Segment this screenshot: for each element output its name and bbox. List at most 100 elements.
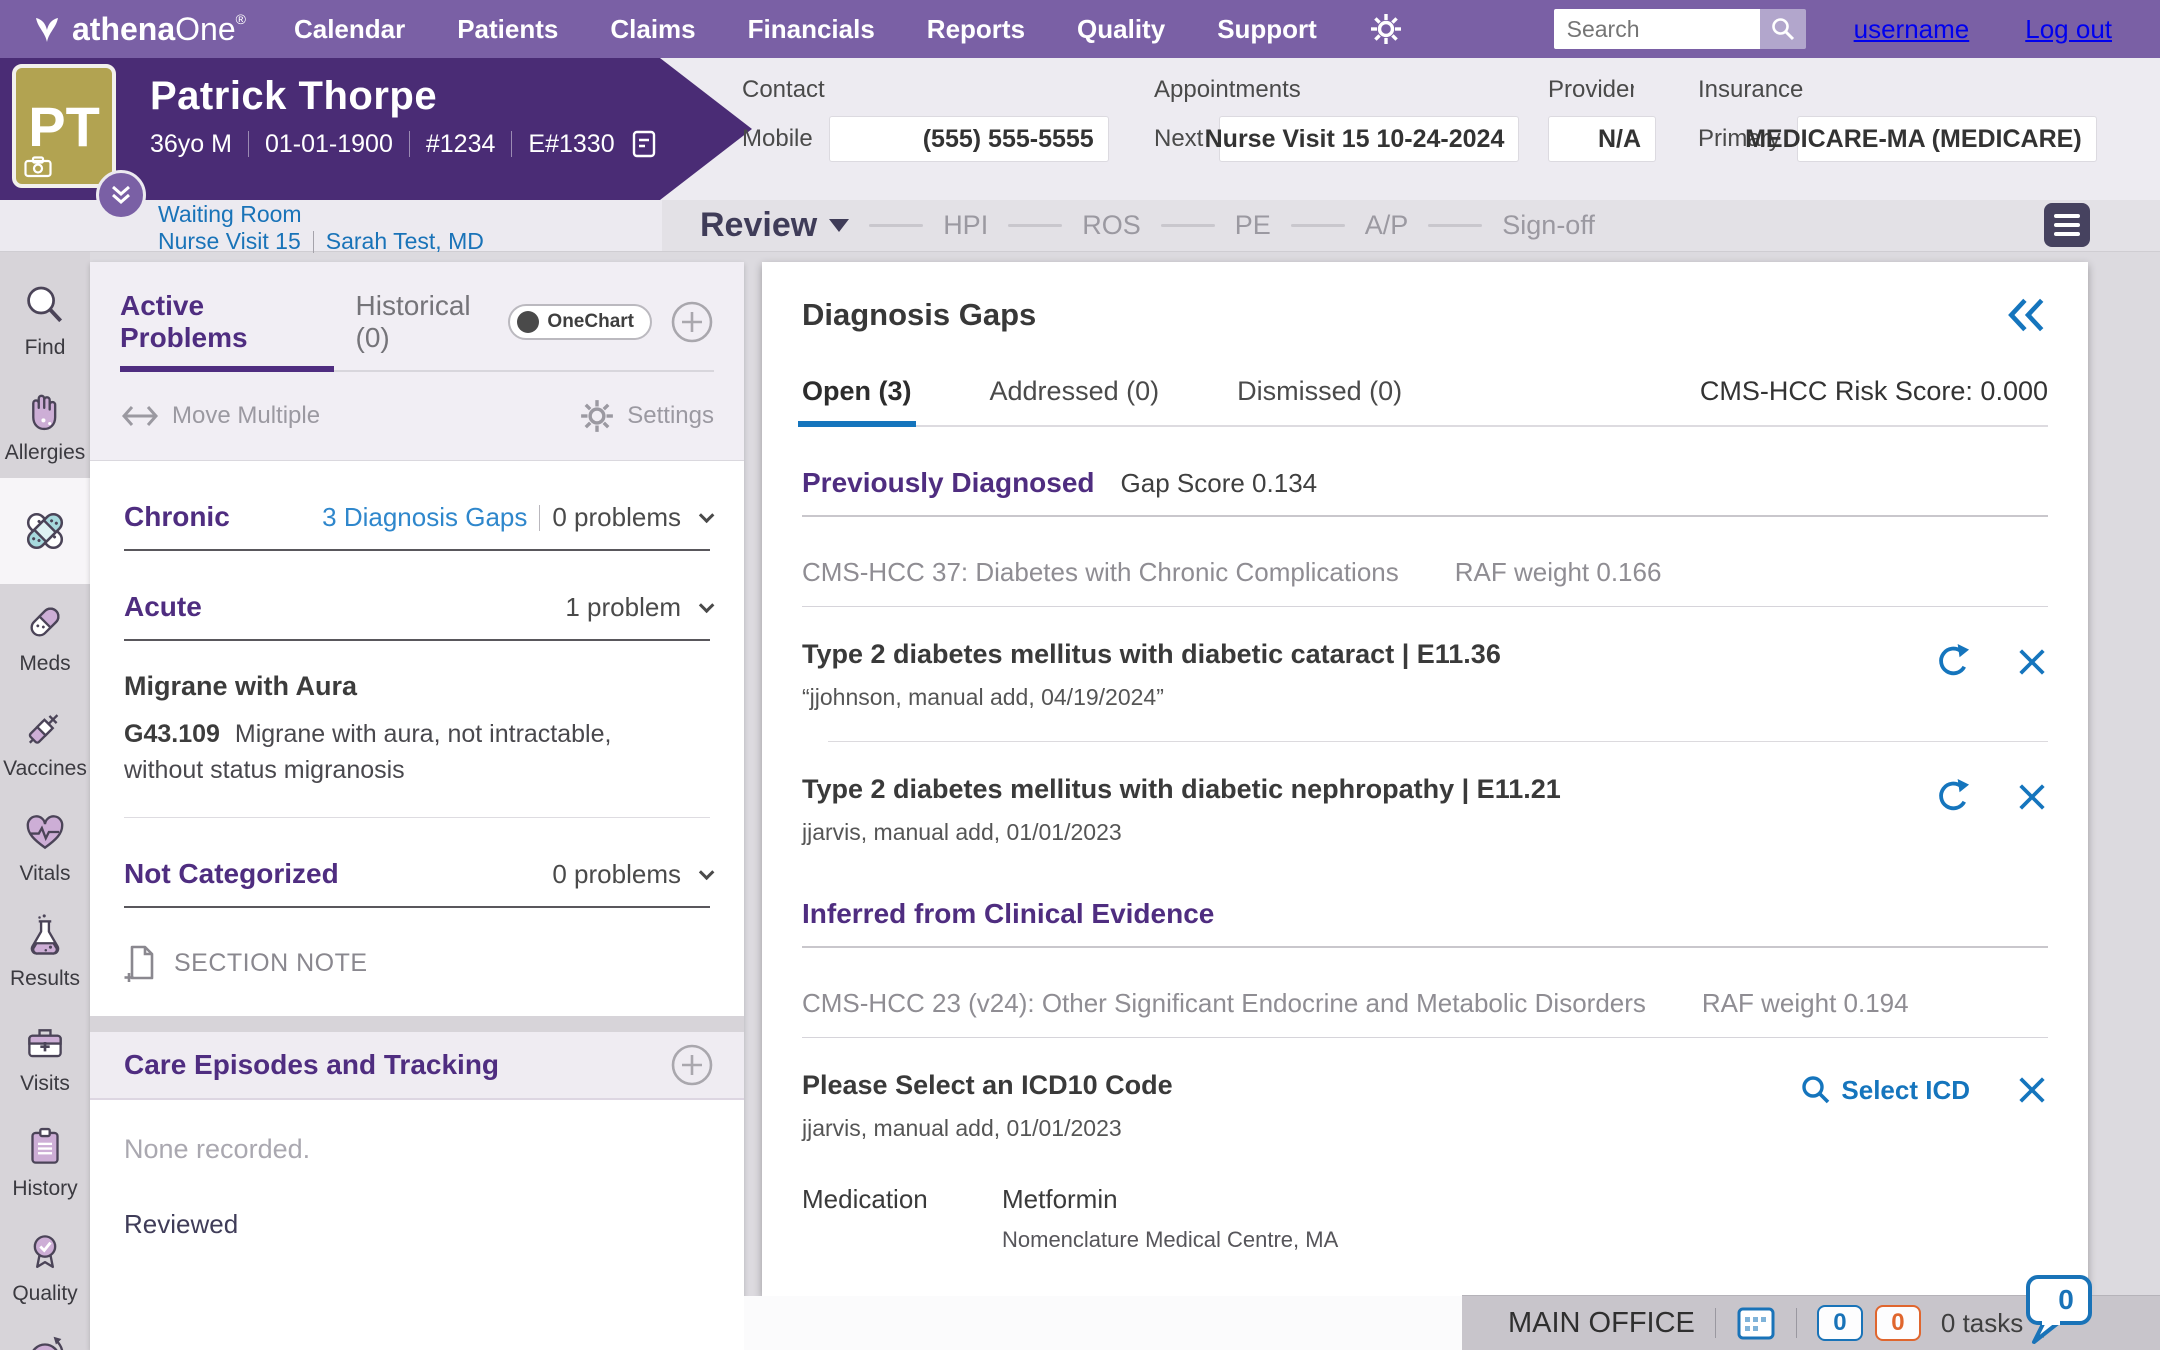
problem-item-migraine[interactable]: Migrane with Aura G43.109 Migrane with a… [90, 671, 744, 789]
mobile-label: Mobile [742, 125, 813, 153]
insurance-value-field[interactable]: MEDICARE-MA (MEDICARE) [1797, 116, 2097, 162]
divider [511, 131, 512, 157]
divider [1796, 1308, 1797, 1338]
collapse-panel-button[interactable] [2006, 296, 2048, 334]
care-team-icon [20, 1332, 70, 1350]
chronic-count: 0 problems [552, 502, 681, 533]
nav-item-financials[interactable]: Financials [748, 14, 875, 45]
tab-historical[interactable]: Historical (0) [356, 290, 509, 354]
chevron-down-icon[interactable] [699, 864, 715, 880]
move-multiple-button[interactable]: Move Multiple [120, 402, 320, 430]
tab-dismissed[interactable]: Dismissed (0) [1237, 376, 1402, 407]
inbox-count-badge[interactable]: 0 [1817, 1305, 1863, 1341]
medication-value: Metformin [1002, 1184, 1338, 1215]
step-hpi[interactable]: HPI [943, 210, 988, 241]
move-arrows-icon [120, 403, 160, 429]
nav-item-patients[interactable]: Patients [457, 14, 558, 45]
urgent-count-badge[interactable]: 0 [1875, 1305, 1921, 1341]
nav-item-reports[interactable]: Reports [927, 14, 1025, 45]
inferred-title: Inferred from Clinical Evidence [802, 898, 1214, 930]
settings-gear-button[interactable] [1369, 12, 1403, 46]
dismiss-gap-button[interactable] [2016, 1074, 2048, 1106]
sidebar-item-meds[interactable]: Meds [0, 584, 90, 689]
sidebar-item-quality[interactable]: Quality [0, 1214, 90, 1319]
divider [409, 131, 410, 157]
tab-active-problems[interactable]: Active Problems [120, 290, 334, 354]
select-icd-label: Select ICD [1841, 1075, 1970, 1106]
onechart-toggle[interactable]: OneChart [508, 304, 652, 340]
logout-link[interactable]: Log out [2025, 14, 2112, 45]
office-selector[interactable]: MAIN OFFICE [1508, 1307, 1695, 1340]
tab-addressed[interactable]: Addressed (0) [990, 376, 1160, 407]
sidebar-item-visits[interactable]: Visits [0, 1004, 90, 1109]
next-label: Next [1154, 125, 1203, 153]
icd-code: G43.109 [124, 720, 220, 748]
previously-diagnosed-title: Previously Diagnosed [802, 467, 1095, 499]
leaf-icon [30, 12, 64, 46]
nav-item-quality[interactable]: Quality [1077, 14, 1165, 45]
readdress-gap-button[interactable] [1932, 778, 1970, 816]
clinician-link[interactable]: Sarah Test, MD [326, 229, 484, 254]
tab-open[interactable]: Open (3) [802, 376, 912, 407]
sidebar-item-find[interactable]: Find [0, 268, 90, 373]
search-button[interactable] [1760, 9, 1806, 49]
sidebar-item-allergies[interactable]: Allergies [0, 373, 90, 478]
double-chevron-left-icon [2006, 296, 2048, 334]
raf-weight: RAF weight 0.166 [1455, 557, 1662, 588]
add-problem-button[interactable] [670, 300, 714, 344]
sidebar-item-vitals[interactable]: Vitals [0, 794, 90, 899]
step-connector [1291, 224, 1345, 227]
patient-mrn: #1234 [426, 130, 496, 159]
flask-icon [20, 912, 70, 962]
diagnosis-gaps-link[interactable]: 3 Diagnosis Gaps [322, 502, 527, 533]
sidebar-item-results[interactable]: Results [0, 899, 90, 1004]
provider-value-field[interactable]: N/A [1548, 116, 1656, 162]
chevron-down-icon[interactable] [699, 598, 715, 614]
step-signoff[interactable]: Sign-off [1502, 210, 1595, 241]
username-menu[interactable]: username [1854, 14, 1970, 45]
dismiss-gap-button[interactable] [2016, 781, 2048, 813]
search-input[interactable] [1554, 9, 1760, 49]
sidebar-item-vaccines[interactable]: Vaccines [0, 689, 90, 794]
medication-source: Nomenclature Medical Centre, MA [1002, 1227, 1338, 1253]
nav-item-claims[interactable]: Claims [610, 14, 695, 45]
hcc-group-header: CMS-HCC 37: Diabetes with Chronic Compli… [802, 557, 2048, 607]
nav-item-calendar[interactable]: Calendar [294, 14, 405, 45]
waiting-room-link[interactable]: Waiting Room [158, 201, 302, 227]
chevron-down-icon[interactable] [699, 508, 715, 524]
expand-patient-banner-button[interactable] [96, 170, 146, 220]
schedule-calendar-icon[interactable] [1736, 1305, 1776, 1341]
brand-reg: ® [236, 11, 246, 27]
section-note-button[interactable]: SECTION NOTE [90, 944, 744, 984]
care-reviewed[interactable]: Reviewed [90, 1209, 744, 1240]
mobile-value-field[interactable]: (555) 555-5555 [829, 116, 1109, 162]
not-categorized-count: 0 problems [552, 859, 681, 890]
camera-icon[interactable] [24, 156, 52, 178]
problems-settings-button[interactable]: Settings [579, 398, 714, 434]
divider [313, 231, 314, 253]
tasks-count[interactable]: 0 tasks [1941, 1308, 2023, 1339]
messages-bubble-button[interactable]: 0 [2018, 1272, 2102, 1350]
insurance-label: Insurance [1698, 76, 2097, 104]
readdress-gap-button[interactable] [1932, 643, 1970, 681]
step-ros[interactable]: ROS [1082, 210, 1141, 241]
step-ap[interactable]: A/P [1365, 210, 1409, 241]
visit-link[interactable]: Nurse Visit 15 [158, 229, 301, 254]
brand-one: One [175, 11, 235, 47]
encounter-menu-button[interactable] [2044, 203, 2090, 247]
app-logo[interactable]: athenaOne® [30, 11, 246, 48]
stage-review-dropdown[interactable]: Review [700, 206, 849, 245]
encounter-note-icon[interactable] [631, 129, 657, 159]
sidebar-item-history[interactable]: History [0, 1109, 90, 1214]
hcc-group-name: CMS-HCC 37: Diabetes with Chronic Compli… [802, 557, 1399, 588]
add-care-episode-button[interactable] [670, 1043, 714, 1087]
nav-item-support[interactable]: Support [1217, 14, 1317, 45]
select-icd-button[interactable]: Select ICD [1801, 1075, 1970, 1106]
next-appointment-field[interactable]: Nurse Visit 15 10-24-2024 [1219, 116, 1519, 162]
care-episodes-header: Care Episodes and Tracking [90, 1032, 744, 1100]
toggle-knob [517, 311, 539, 333]
step-pe[interactable]: PE [1235, 210, 1271, 241]
sidebar-item-problems[interactable] [0, 478, 90, 584]
dismiss-gap-button[interactable] [2016, 646, 2048, 678]
sidebar-item-care[interactable]: Care [0, 1319, 90, 1350]
